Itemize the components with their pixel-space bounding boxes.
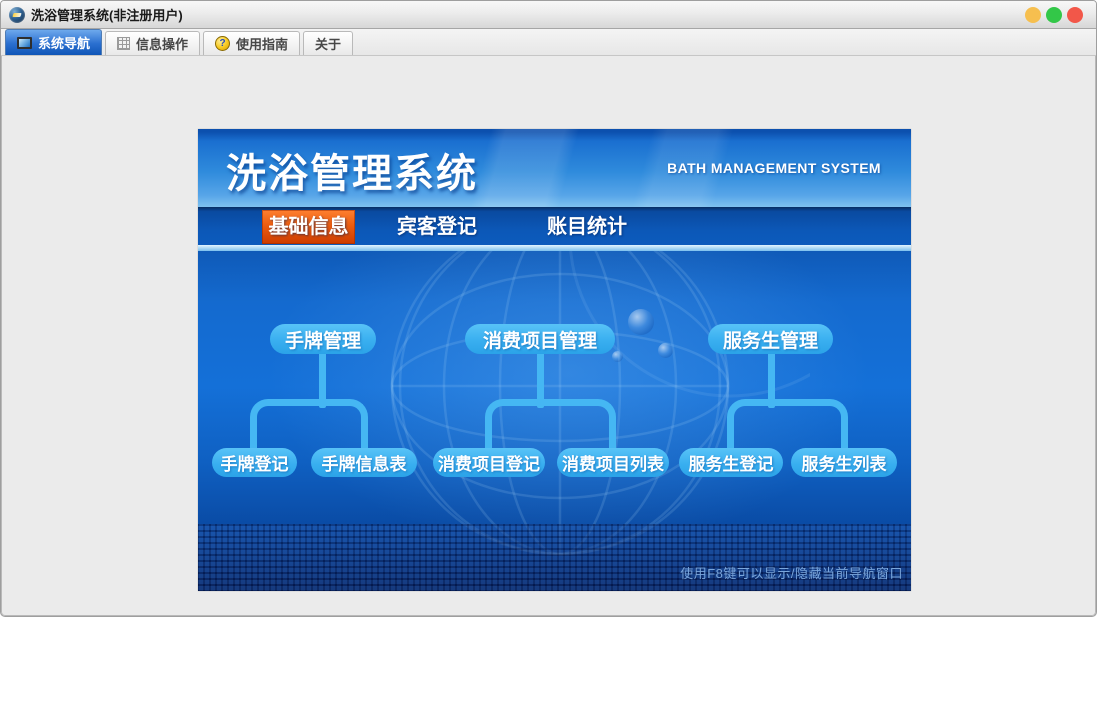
panel-title: 洗浴管理系统 xyxy=(226,152,478,196)
node-hand-tag-registration[interactable]: 手牌登记 xyxy=(212,448,297,477)
form-icon xyxy=(17,36,32,49)
nav-panel: 洗浴管理系统 BATH MANAGEMENT SYSTEM 基础信息 宾客登记 … xyxy=(198,129,911,591)
tab-label: 信息操作 xyxy=(136,37,189,52)
node-waiter-list[interactable]: 服务生列表 xyxy=(791,448,897,477)
window-controls xyxy=(1025,7,1083,23)
minimize-button[interactable] xyxy=(1025,7,1041,23)
menu-guest-registration[interactable]: 宾客登记 xyxy=(397,210,477,244)
tab-info-operations[interactable]: 信息操作 xyxy=(105,31,201,55)
tab-bar: 系统导航 信息操作 使用指南 关于 xyxy=(1,29,1096,56)
tab-label: 系统导航 xyxy=(38,36,91,51)
connector-bracket xyxy=(250,399,368,449)
close-button[interactable] xyxy=(1067,7,1083,23)
panel-header: 洗浴管理系统 BATH MANAGEMENT SYSTEM xyxy=(198,129,911,207)
tab-label: 关于 xyxy=(315,37,342,52)
node-consumption-item-list[interactable]: 消费项目列表 xyxy=(557,448,669,477)
title-bar: 洗浴管理系统(非注册用户) xyxy=(1,1,1096,29)
water-drop-decoration xyxy=(628,309,654,335)
panel-body: 手牌管理 消费项目管理 服务生管理 手牌登记 手牌信息表 消费项目登记 消费项目… xyxy=(198,251,911,591)
panel-menu-bar: 基础信息 宾客登记 账目统计 xyxy=(198,207,911,251)
tab-label: 使用指南 xyxy=(236,37,289,52)
app-window: 洗浴管理系统(非注册用户) 系统导航 信息操作 使用指南 关于 xyxy=(0,0,1097,617)
tab-about[interactable]: 关于 xyxy=(303,31,354,55)
water-drop-decoration xyxy=(658,343,673,358)
menu-basic-info[interactable]: 基础信息 xyxy=(262,210,355,244)
window-title: 洗浴管理系统(非注册用户) xyxy=(31,8,183,23)
screenshot-root: 洗浴管理系统(非注册用户) 系统导航 信息操作 使用指南 关于 xyxy=(0,0,1098,711)
node-waiter-registration[interactable]: 服务生登记 xyxy=(679,448,783,477)
connector-bracket xyxy=(727,399,848,449)
node-consumption-item-registration[interactable]: 消费项目登记 xyxy=(433,448,545,477)
tab-page-system-navigation: 洗浴管理系统 BATH MANAGEMENT SYSTEM 基础信息 宾客登记 … xyxy=(1,56,1096,616)
node-hand-tag-info-table[interactable]: 手牌信息表 xyxy=(311,448,417,477)
f8-hint-text: 使用F8键可以显示/隐藏当前导航窗口 xyxy=(680,566,903,581)
node-hand-tag-management[interactable]: 手牌管理 xyxy=(270,324,376,354)
panel-subtitle: BATH MANAGEMENT SYSTEM xyxy=(667,160,881,176)
zoom-button[interactable] xyxy=(1046,7,1062,23)
menu-account-statistics[interactable]: 账目统计 xyxy=(547,210,627,244)
water-drop-decoration xyxy=(612,351,623,362)
connector-bracket xyxy=(485,399,616,449)
app-icon xyxy=(9,6,25,23)
node-consumption-item-management[interactable]: 消费项目管理 xyxy=(465,324,615,354)
tab-system-navigation[interactable]: 系统导航 xyxy=(5,29,103,55)
tab-user-guide[interactable]: 使用指南 xyxy=(203,31,301,55)
node-waiter-management[interactable]: 服务生管理 xyxy=(708,324,833,354)
grid-icon xyxy=(117,37,131,50)
help-coin-icon xyxy=(215,36,231,51)
